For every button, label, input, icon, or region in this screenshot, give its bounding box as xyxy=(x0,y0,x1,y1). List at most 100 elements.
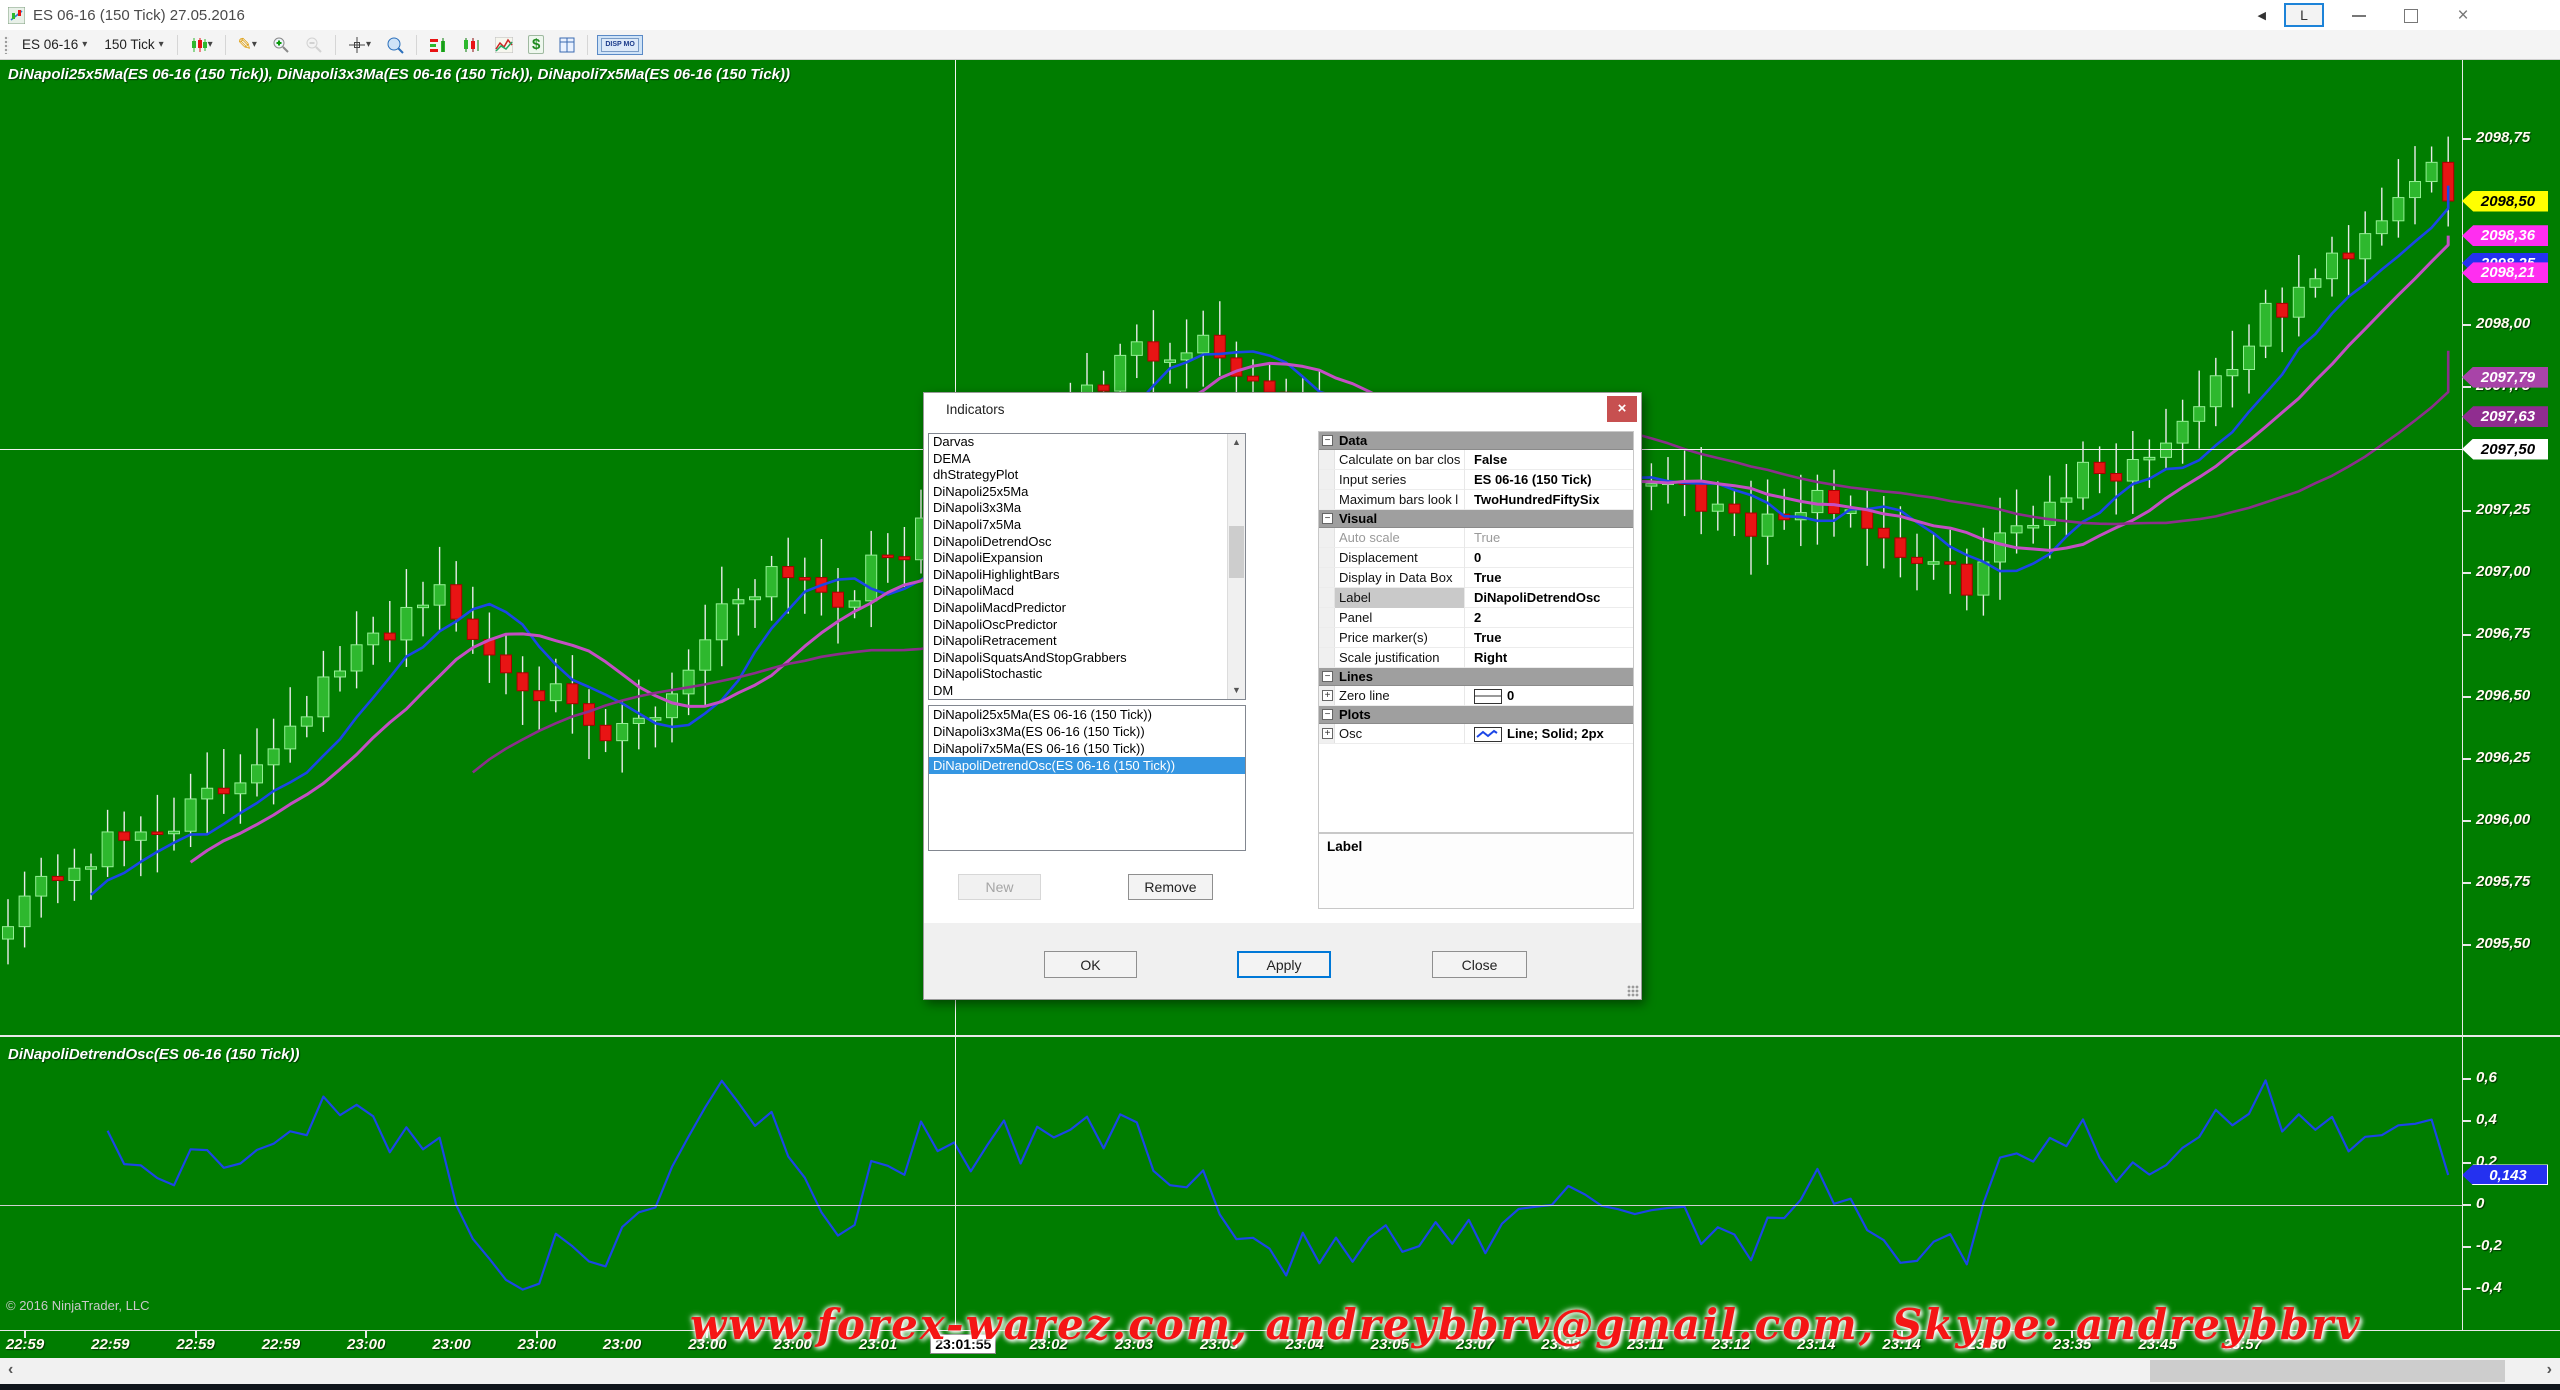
property-row-auto-scale[interactable]: Auto scaleTrue xyxy=(1319,528,1633,548)
expand-icon[interactable]: + xyxy=(1322,728,1333,739)
zoom-in-button[interactable] xyxy=(269,34,293,56)
collapse-icon[interactable]: − xyxy=(1322,435,1333,446)
instrument-selector[interactable]: ES 06-16▾ xyxy=(18,35,91,54)
property-row-display-in-data-box[interactable]: Display in Data BoxTrue xyxy=(1319,568,1633,588)
interval-selector[interactable]: 150 Tick▾ xyxy=(100,35,167,54)
chart-trader-button[interactable] xyxy=(426,35,450,55)
apply-button[interactable]: Apply xyxy=(1237,951,1331,978)
ok-button[interactable]: OK xyxy=(1044,951,1137,978)
collapse-icon[interactable]: − xyxy=(1322,671,1333,682)
property-row-osc[interactable]: +OscLine; Solid; 2px xyxy=(1319,724,1633,744)
toolbar-grip[interactable] xyxy=(4,36,9,54)
minimize-button[interactable] xyxy=(2342,1,2376,29)
scroll-down-icon[interactable]: ▼ xyxy=(1228,682,1245,699)
collapse-icon[interactable]: − xyxy=(1322,709,1333,720)
zero-line-swatch-icon xyxy=(1474,689,1502,704)
price-marker-2098-36: 2098,36 xyxy=(2462,225,2548,246)
chevron-down-icon: ▾ xyxy=(252,39,257,50)
indicator-option-dinapoliexpansion[interactable]: DiNapoliExpansion xyxy=(929,550,1228,567)
price-tick xyxy=(2462,696,2471,698)
osc-tick xyxy=(2462,1204,2471,1206)
remove-button[interactable]: Remove xyxy=(1128,874,1213,900)
properties-button[interactable] xyxy=(556,35,578,55)
price-tick xyxy=(2462,758,2471,760)
resize-grip[interactable] xyxy=(1627,985,1639,997)
configured-indicator-0[interactable]: DiNapoli25x5Ma(ES 06-16 (150 Tick)) xyxy=(929,706,1245,723)
osc-tick-label: 0,6 xyxy=(2476,1069,2497,1086)
property-row-price-marker-s[interactable]: Price marker(s)True xyxy=(1319,628,1633,648)
panel-divider-line[interactable] xyxy=(0,1035,2560,1037)
indicators-button[interactable] xyxy=(492,35,516,55)
chevron-down-icon: ▾ xyxy=(82,39,87,50)
indicator-option-dema[interactable]: DEMA xyxy=(929,451,1228,468)
drawing-tools-button[interactable]: ✎▾ xyxy=(235,35,260,55)
watermark-text: www.forex-warez.com, andreybbrv@gmail.co… xyxy=(690,1300,2362,1349)
chart-style-button[interactable]: ▾ xyxy=(187,35,216,55)
property-group-plots[interactable]: −Plots xyxy=(1319,706,1633,724)
property-row-zero-line[interactable]: +Zero line0 xyxy=(1319,686,1633,706)
indicator-option-dinapolimacd[interactable]: DiNapoliMacd xyxy=(929,583,1228,600)
scroll-left-icon[interactable]: ‹ xyxy=(8,1361,13,1379)
h-scrollbar[interactable]: ‹ › xyxy=(0,1358,2560,1384)
data-series-button[interactable] xyxy=(459,35,483,55)
close-button[interactable]: × xyxy=(2446,1,2480,29)
configured-indicator-1[interactable]: DiNapoli3x3Ma(ES 06-16 (150 Tick)) xyxy=(929,723,1245,740)
indicator-option-dinapolihighlightbars[interactable]: DiNapoliHighlightBars xyxy=(929,567,1228,584)
scroll-up-icon[interactable]: ▲ xyxy=(1228,434,1245,451)
osc-value-marker: 0,143 xyxy=(2462,1164,2548,1185)
cursor-mode-button[interactable]: ▾ xyxy=(345,34,374,56)
price-marker-2097-79: 2097,79 xyxy=(2462,367,2548,388)
time-tick-label: 23:00 xyxy=(432,1336,470,1353)
app-icon xyxy=(8,7,25,24)
collapse-icon[interactable]: − xyxy=(1322,513,1333,524)
dialog-close-button[interactable]: × xyxy=(1607,396,1637,422)
h-scrollbar-thumb[interactable] xyxy=(2150,1360,2505,1382)
maximize-button[interactable] xyxy=(2394,1,2428,29)
indicator-option-dinapolistochastic[interactable]: DiNapoliStochastic xyxy=(929,666,1228,683)
configured-indicator-2[interactable]: DiNapoli7x5Ma(ES 06-16 (150 Tick)) xyxy=(929,740,1245,757)
indicator-option-darvas[interactable]: Darvas xyxy=(929,434,1228,451)
grid-icon xyxy=(559,37,575,53)
configured-indicator-list[interactable]: DiNapoli25x5Ma(ES 06-16 (150 Tick))DiNap… xyxy=(928,705,1246,851)
property-row-label[interactable]: LabelDiNapoliDetrendOsc xyxy=(1319,588,1633,608)
close-dialog-button[interactable]: Close xyxy=(1432,951,1527,978)
property-grid[interactable]: −DataCalculate on bar closFalseInput ser… xyxy=(1318,431,1634,833)
link-button[interactable]: L xyxy=(2284,3,2324,27)
indicators-dialog: Indicators × DarvasDEMAdhStrategyPlotDiN… xyxy=(923,392,1642,1000)
indicator-option-dinapoli7x5ma[interactable]: DiNapoli7x5Ma xyxy=(929,517,1228,534)
scroll-right-icon[interactable]: › xyxy=(2547,1361,2552,1379)
disp-mo-button[interactable]: DISP MO xyxy=(597,35,642,55)
property-row-scale-justification[interactable]: Scale justificationRight xyxy=(1319,648,1633,668)
strategies-button[interactable]: $ xyxy=(525,33,547,56)
indicator-option-dinapolisquatsandstopgrabbers[interactable]: DiNapoliSquatsAndStopGrabbers xyxy=(929,650,1228,667)
zoom-out-button[interactable] xyxy=(302,34,326,56)
time-tick-label: 23:00 xyxy=(347,1336,385,1353)
property-row-input-series[interactable]: Input seriesES 06-16 (150 Tick) xyxy=(1319,470,1633,490)
configured-indicator-3[interactable]: DiNapoliDetrendOsc(ES 06-16 (150 Tick)) xyxy=(929,757,1245,774)
property-group-lines[interactable]: −Lines xyxy=(1319,668,1633,686)
window-title: ES 06-16 (150 Tick) 27.05.2016 xyxy=(33,7,245,24)
list-scrollbar-thumb[interactable] xyxy=(1229,526,1244,578)
data-box-button[interactable] xyxy=(383,34,407,56)
indicator-lines-icon xyxy=(495,37,513,53)
indicator-option-dinapolidetrendosc[interactable]: DiNapoliDetrendOsc xyxy=(929,534,1228,551)
property-group-data[interactable]: −Data xyxy=(1319,432,1633,450)
new-button[interactable]: New xyxy=(958,874,1041,900)
available-indicator-list[interactable]: DarvasDEMAdhStrategyPlotDiNapoli25x5MaDi… xyxy=(928,433,1246,700)
osc-tick-label: 0 xyxy=(2476,1195,2484,1212)
price-marker-2097-50: 2097,50 xyxy=(2462,439,2548,460)
expand-icon[interactable]: + xyxy=(1322,690,1333,701)
property-row-panel[interactable]: Panel2 xyxy=(1319,608,1633,628)
indicator-option-dm[interactable]: DM xyxy=(929,683,1228,700)
indicator-option-dinapoliretracement[interactable]: DiNapoliRetracement xyxy=(929,633,1228,650)
indicator-option-dinapolioscpredictor[interactable]: DiNapoliOscPredictor xyxy=(929,617,1228,634)
indicator-option-dhstrategyplot[interactable]: dhStrategyPlot xyxy=(929,467,1228,484)
list-scrollbar[interactable]: ▲ ▼ xyxy=(1227,434,1245,699)
indicator-option-dinapoli25x5ma[interactable]: DiNapoli25x5Ma xyxy=(929,484,1228,501)
property-row-displacement[interactable]: Displacement0 xyxy=(1319,548,1633,568)
property-group-visual[interactable]: −Visual xyxy=(1319,510,1633,528)
property-row-calculate-on-bar-clos[interactable]: Calculate on bar closFalse xyxy=(1319,450,1633,470)
indicator-option-dinapoli3x3ma[interactable]: DiNapoli3x3Ma xyxy=(929,500,1228,517)
property-row-maximum-bars-look-l[interactable]: Maximum bars look lTwoHundredFiftySix xyxy=(1319,490,1633,510)
indicator-option-dinapolimacdpredictor[interactable]: DiNapoliMacdPredictor xyxy=(929,600,1228,617)
